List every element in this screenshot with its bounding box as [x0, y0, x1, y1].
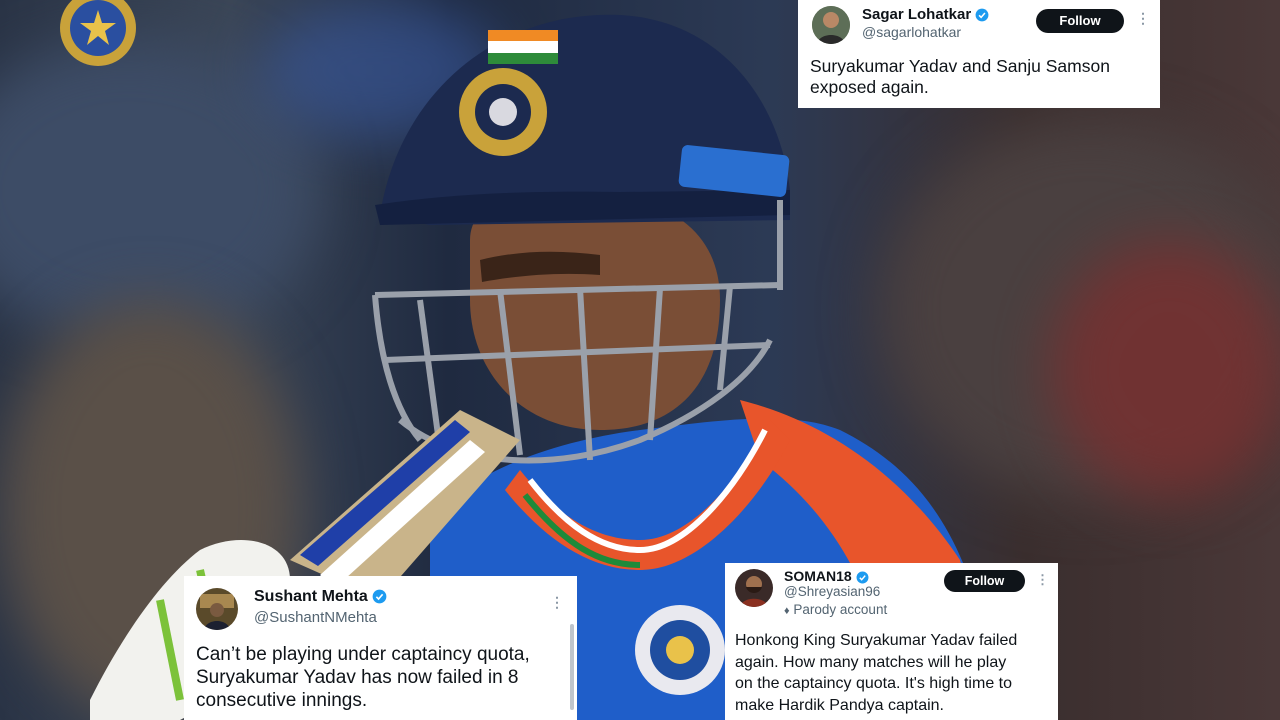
verified-badge-icon: [975, 8, 989, 22]
verified-badge-icon: [372, 589, 387, 604]
tweet-text: Honkong King Suryakumar Yadav failed aga…: [735, 630, 1017, 716]
tweet-text-line: Suryakumar Yadav and Sanju Samson: [810, 56, 1110, 76]
tweet-text-line: again. How many matches will he play: [735, 653, 1007, 671]
more-options-icon[interactable]: ⋮: [1136, 10, 1150, 27]
tweet-text-line: Honkong King Suryakumar Yadav failed: [735, 632, 1018, 649]
author-handle[interactable]: @SushantNMehta: [254, 609, 377, 626]
tweet-text-line: exposed again.: [810, 77, 929, 97]
user-avatar-icon: [196, 588, 238, 630]
tweet-card-soman: SOMAN18 @Shreyasian96 ♦ Parody account F…: [725, 563, 1058, 720]
author-name[interactable]: SOMAN18: [784, 568, 869, 584]
tweet-text-line: Can’t be playing under captaincy quota,: [196, 644, 530, 665]
tweet-card-sushant: Sushant Mehta @SushantNMehta ⋮ Can’t be …: [184, 576, 577, 720]
tweet-text: Suryakumar Yadav and Sanju Samson expose…: [810, 56, 1110, 98]
avatar[interactable]: [812, 6, 850, 44]
avatar[interactable]: [735, 569, 773, 607]
user-avatar-icon: [812, 6, 850, 44]
verified-badge-icon: [856, 571, 869, 584]
tweet-text-line: on the captaincy quota. It's high time t…: [735, 675, 1012, 693]
author-name-text: SOMAN18: [784, 568, 852, 584]
author-name[interactable]: Sagar Lohatkar: [862, 6, 989, 23]
tweet-text-line: consecutive innings.: [196, 689, 368, 711]
more-options-icon[interactable]: ⋮: [550, 594, 564, 611]
author-handle[interactable]: @Shreyasian96: [784, 584, 880, 599]
scrollbar[interactable]: [570, 624, 574, 710]
author-handle[interactable]: @sagarlohatkar: [862, 24, 961, 40]
bcci-logo-icon: [60, 0, 136, 66]
tweet-text: Can’t be playing under captaincy quota, …: [196, 644, 530, 712]
tweet-text-line: make Hardik Pandya captain.: [735, 696, 944, 714]
author-name-text: Sushant Mehta: [254, 588, 368, 605]
avatar[interactable]: [196, 588, 238, 630]
more-options-icon[interactable]: ⋮: [1036, 572, 1049, 588]
follow-button[interactable]: Follow: [944, 570, 1025, 592]
tweet-text-line: Suryakumar Yadav has now failed in 8: [196, 666, 519, 688]
user-avatar-icon: [735, 569, 773, 607]
parody-mask-icon: ♦: [784, 605, 790, 617]
author-name-text: Sagar Lohatkar: [862, 6, 972, 23]
parody-account-text: Parody account: [793, 602, 888, 617]
follow-button[interactable]: Follow: [1036, 9, 1124, 33]
author-name[interactable]: Sushant Mehta: [254, 588, 387, 606]
tweet-card-sagar: Sagar Lohatkar @sagarlohatkar Follow ⋮ S…: [798, 0, 1160, 108]
parody-account-label: ♦ Parody account: [784, 602, 887, 617]
